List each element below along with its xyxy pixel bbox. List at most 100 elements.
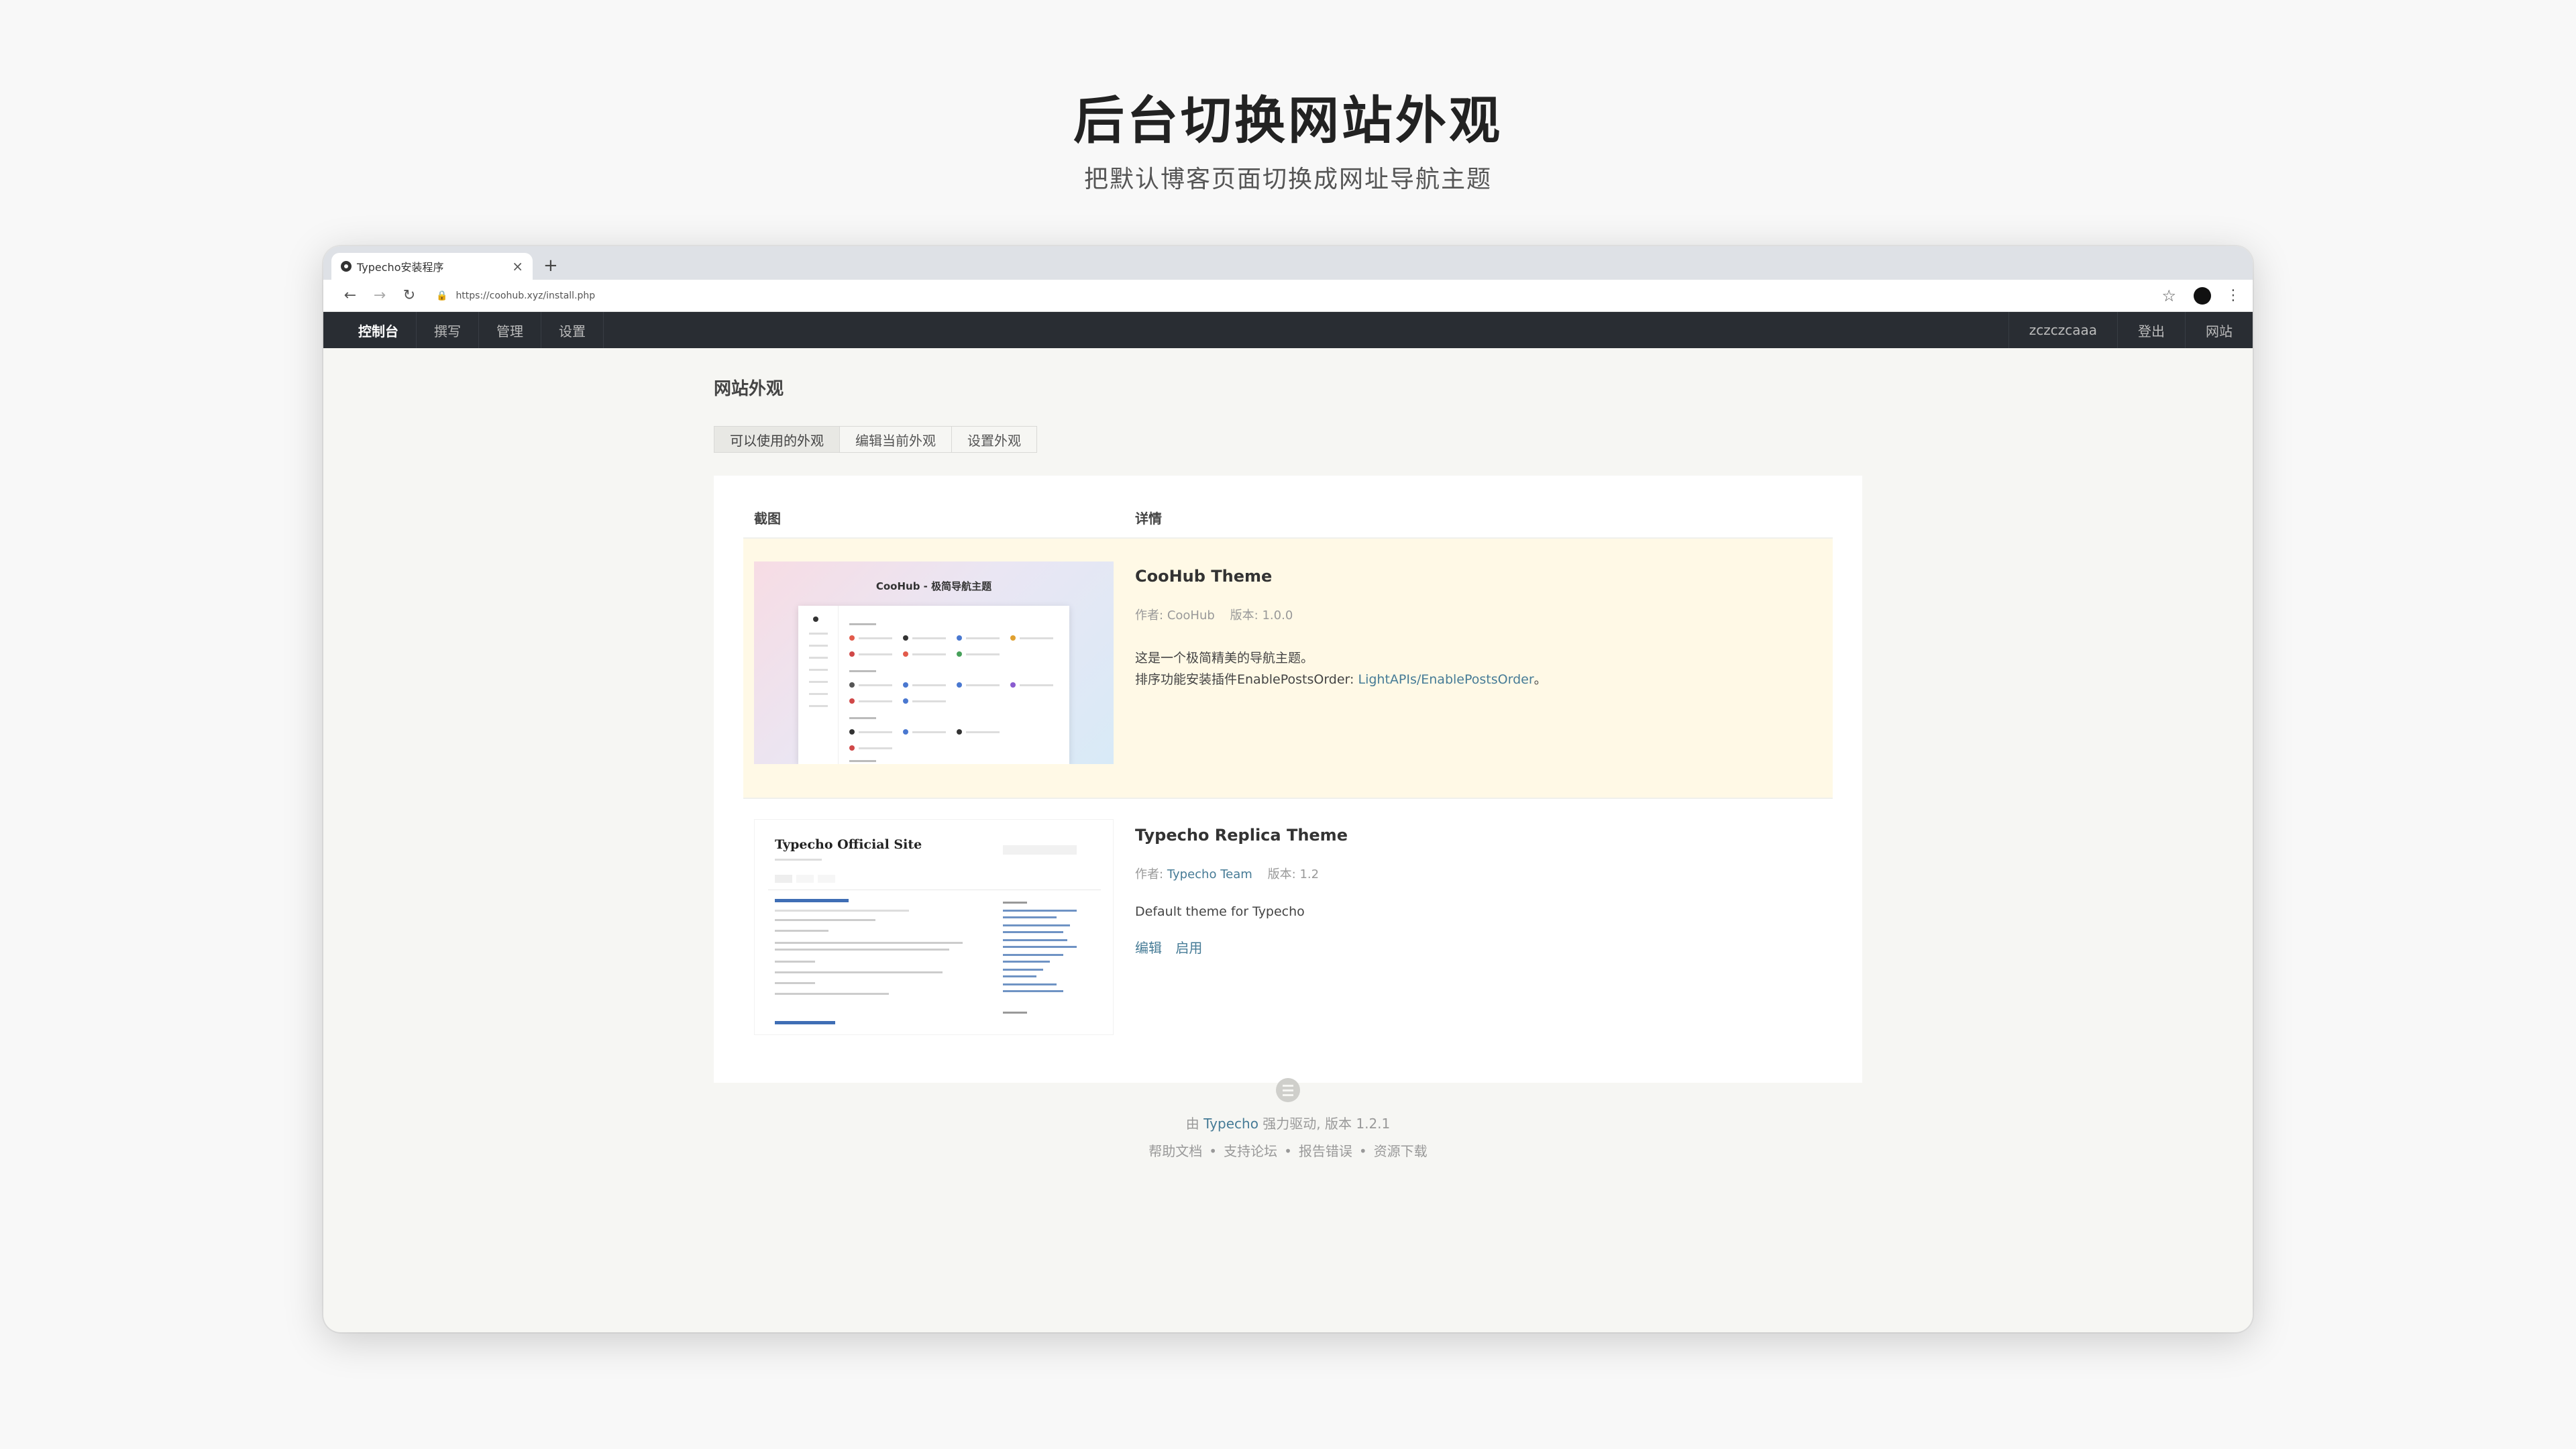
separator: •	[1284, 1143, 1292, 1159]
mock-card-icon	[957, 635, 962, 641]
theme-description: 这是一个极简精美的导航主题。 排序功能安装插件EnablePostsOrder:…	[1135, 647, 1547, 690]
mock-card-icon	[849, 635, 855, 641]
enable-theme-link[interactable]: 启用	[1175, 940, 1202, 956]
lock-icon[interactable]: 🔒	[436, 290, 447, 301]
close-tab-icon[interactable]: ×	[512, 258, 523, 274]
mock-card-icon	[903, 651, 908, 657]
theme-meta: 作者: Typecho Team 版本: 1.2	[1135, 865, 1319, 882]
bookmark-star-icon[interactable]: ☆	[2161, 286, 2176, 305]
mock-card-icon	[849, 682, 855, 688]
downloads-link[interactable]: 资源下载	[1374, 1143, 1428, 1159]
menu-write[interactable]: 撰写	[417, 312, 479, 348]
powered-suffix: 强力驱动, 版本 1.2.1	[1263, 1116, 1391, 1132]
mock-sidebar-link	[1003, 969, 1043, 971]
version-label: 版本:	[1230, 608, 1258, 623]
mock-sidebar-heading	[1003, 1012, 1027, 1014]
browser-tab[interactable]: Typecho安装程序 ×	[331, 253, 533, 280]
mock-line	[966, 731, 1000, 733]
mock-card-icon	[849, 745, 855, 751]
column-header-screenshot: 截图	[754, 511, 781, 527]
browser-window: Typecho安装程序 × + ← → ↻ 🔒 https://coohub.x…	[323, 246, 2253, 1332]
mock-section-title	[849, 717, 876, 719]
mock-sidebar-link	[1003, 910, 1077, 912]
back-arrow-icon[interactable]: ←	[335, 287, 365, 304]
navbar-spacer	[604, 312, 2008, 348]
mock-sidebar-link	[1003, 990, 1063, 992]
mock-line	[1020, 637, 1053, 639]
mock-line	[859, 700, 892, 702]
view-site-link[interactable]: 网站	[2185, 312, 2253, 348]
powered-prefix: 由	[1185, 1116, 1199, 1132]
theme-author-link[interactable]: Typecho Team	[1167, 867, 1252, 881]
separator: •	[1358, 1143, 1367, 1159]
plugin-link[interactable]: LightAPIs/EnablePostsOrder	[1358, 672, 1534, 687]
version-label: 版本:	[1267, 867, 1296, 881]
mock-line	[775, 993, 889, 995]
description-line: 这是一个极简精美的导航主题。	[1135, 651, 1314, 665]
mock-line	[775, 961, 815, 963]
mock-sidebar	[798, 606, 839, 764]
mock-card-icon	[903, 698, 908, 704]
author-label: 作者:	[1135, 608, 1164, 623]
tab-edit-current-theme[interactable]: 编辑当前外观	[839, 426, 952, 453]
menu-settings[interactable]: 设置	[541, 312, 604, 348]
mock-line	[859, 637, 892, 639]
tab-theme-settings[interactable]: 设置外观	[951, 426, 1037, 453]
mock-card-icon	[849, 729, 855, 735]
user-profile-link[interactable]: zczczcaaa	[2008, 312, 2117, 348]
mock-card-icon	[957, 651, 962, 657]
mock-card-icon	[849, 698, 855, 704]
theme-description: Default theme for Typecho	[1135, 904, 1305, 919]
themes-table: 截图 详情 CooHub - 极简导航主题 CooHub Theme 作者: C…	[714, 476, 1862, 1083]
report-bug-link[interactable]: 报告错误	[1299, 1143, 1352, 1159]
mock-card-icon	[903, 635, 908, 641]
forward-arrow-icon[interactable]: →	[365, 287, 394, 304]
appearance-tabs: 可以使用的外观 编辑当前外观 设置外观	[714, 426, 1037, 453]
hero-title: 后台切换网站外观	[1073, 91, 1503, 150]
theme-actions: 编辑 启用	[1135, 937, 1212, 957]
mock-card-icon	[1010, 635, 1016, 641]
mock-line	[775, 971, 943, 973]
mock-line	[912, 653, 946, 655]
mock-card-icon	[903, 729, 908, 735]
edit-theme-link[interactable]: 编辑	[1135, 940, 1162, 956]
help-docs-link[interactable]: 帮助文档	[1148, 1143, 1202, 1159]
footer-links: 帮助文档 • 支持论坛 • 报告错误 • 资源下载	[323, 1140, 2253, 1160]
tab-available-themes[interactable]: 可以使用的外观	[714, 426, 840, 453]
mock-sidebar-link	[1003, 954, 1063, 956]
description-text: 。	[1534, 672, 1547, 687]
screenshot-caption: CooHub - 极简导航主题	[875, 580, 992, 592]
theme-author: CooHub	[1167, 608, 1215, 623]
mock-card-icon	[1010, 682, 1016, 688]
mock-sidebar-link	[1003, 946, 1077, 948]
admin-footer: 由 Typecho 强力驱动, 版本 1.2.1 帮助文档 • 支持论坛 • 报告错误 •…	[323, 1078, 2253, 1160]
mock-nav	[818, 875, 835, 883]
mock-line	[809, 693, 828, 695]
menu-manage[interactable]: 管理	[479, 312, 541, 348]
mock-line	[1020, 684, 1053, 686]
page-title: 网站外观	[714, 379, 784, 399]
mock-line	[809, 633, 828, 635]
mock-line	[912, 731, 946, 733]
mock-line	[809, 645, 828, 647]
mock-line	[859, 653, 892, 655]
more-menu-icon[interactable]: ⋮	[2226, 287, 2241, 304]
mock-line	[966, 653, 1000, 655]
mock-line	[912, 637, 946, 639]
mock-line	[966, 637, 1000, 639]
logout-link[interactable]: 登出	[2117, 312, 2185, 348]
mock-line	[966, 684, 1000, 686]
mock-post-title	[775, 1021, 835, 1024]
reload-icon[interactable]: ↻	[394, 287, 424, 304]
mock-nav	[775, 875, 792, 883]
mock-line	[912, 684, 946, 686]
address-bar[interactable]: https://coohub.xyz/install.php	[455, 290, 2161, 301]
profile-avatar[interactable]	[2194, 286, 2211, 305]
new-tab-icon[interactable]: +	[543, 256, 558, 276]
support-forum-link[interactable]: 支持论坛	[1224, 1143, 1277, 1159]
mock-sidebar-link	[1003, 916, 1057, 918]
theme-screenshot-typecho: Typecho Official Site	[754, 819, 1114, 1035]
menu-dashboard[interactable]: 控制台	[341, 312, 417, 348]
browser-toolbar: ← → ↻ 🔒 https://coohub.xyz/install.php ☆…	[323, 280, 2253, 312]
typecho-link[interactable]: Typecho	[1203, 1116, 1258, 1132]
